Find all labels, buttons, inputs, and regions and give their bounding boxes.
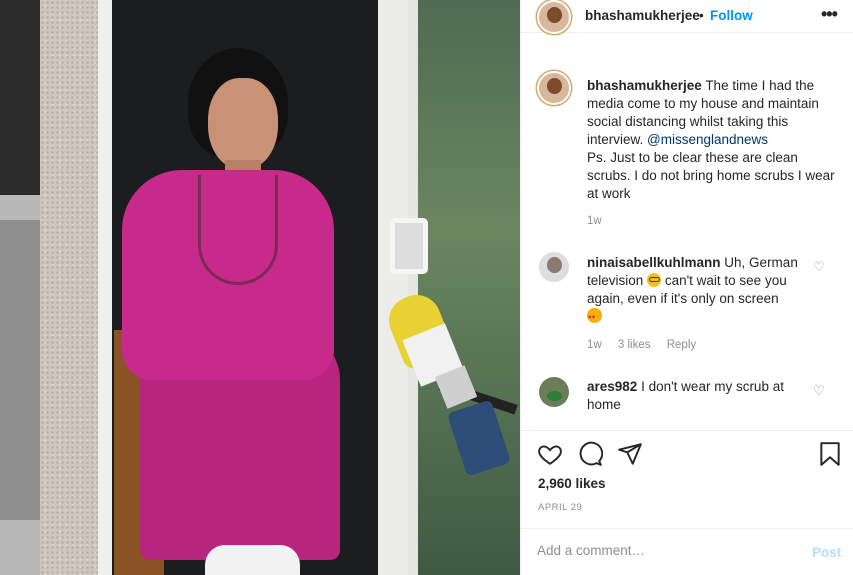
heart-eyes-emoji-icon xyxy=(587,308,602,327)
white-shoe xyxy=(205,545,300,575)
commenter-avatar[interactable] xyxy=(539,252,569,282)
paper-plane-icon[interactable] xyxy=(617,441,643,467)
caption-timestamp[interactable]: 1w xyxy=(587,215,602,227)
post-date[interactable]: APRIL 29 xyxy=(538,502,582,513)
comment-item: ares982 I don't wear my scrub at home xyxy=(587,378,817,414)
stucco-wall xyxy=(40,0,98,575)
commenter-avatar[interactable] xyxy=(539,377,569,407)
caption-username[interactable]: bhashamukherjee xyxy=(587,78,702,93)
post-comment-button[interactable]: Post xyxy=(812,545,841,560)
post-header: bhashamukherjee • Follow ••• xyxy=(521,0,853,34)
comment-like-heart-icon[interactable]: ♡ xyxy=(813,260,827,274)
comment-bubble-icon[interactable] xyxy=(577,441,603,467)
comment-item: ninaisabellkuhlmann Uh, German televisio… xyxy=(587,254,817,327)
glass-door xyxy=(408,0,520,575)
author-username[interactable]: bhashamukherjee xyxy=(585,8,700,23)
comment-input[interactable] xyxy=(537,543,797,558)
sliding-door-frame xyxy=(378,0,408,575)
previous-photo-strip xyxy=(0,0,40,575)
separator-dot: • xyxy=(699,8,704,23)
more-options-icon[interactable]: ••• xyxy=(821,4,838,25)
caption-text-2: Ps. Just to be clear these are clean scr… xyxy=(587,150,835,201)
heart-outline-icon[interactable] xyxy=(537,441,563,467)
comment-timestamp[interactable]: 1w xyxy=(587,339,602,351)
grimacing-emoji-icon xyxy=(647,273,662,287)
post-caption: bhashamukherjee The time I had the media… xyxy=(587,77,839,203)
door-frame xyxy=(98,0,112,575)
comment-likes-count[interactable]: 3 likes xyxy=(618,339,651,351)
post-sidebar: bhashamukherjee • Follow ••• bhashamukhe… xyxy=(520,0,853,575)
follow-button[interactable]: Follow xyxy=(710,8,753,23)
comment-username[interactable]: ninaisabellkuhlmann xyxy=(587,255,721,270)
caption-avatar[interactable] xyxy=(537,71,571,105)
caption-mention-link[interactable]: @missenglandnews xyxy=(647,132,768,147)
comment-like-heart-icon[interactable]: ♡ xyxy=(813,384,827,398)
comment-username[interactable]: ares982 xyxy=(587,379,637,394)
comment-meta: 1w 3 likes Reply xyxy=(587,339,709,351)
post-photo[interactable] xyxy=(0,0,520,575)
add-comment-bar: Post xyxy=(521,528,853,575)
likes-count[interactable]: 2,960 likes xyxy=(538,476,606,491)
bookmark-icon[interactable] xyxy=(817,441,843,467)
post-actions-bar xyxy=(521,430,853,470)
person-face xyxy=(208,78,278,170)
door-handle xyxy=(390,218,428,274)
author-avatar[interactable] xyxy=(537,0,571,34)
reply-button[interactable]: Reply xyxy=(667,339,696,351)
stethoscope xyxy=(198,175,278,285)
